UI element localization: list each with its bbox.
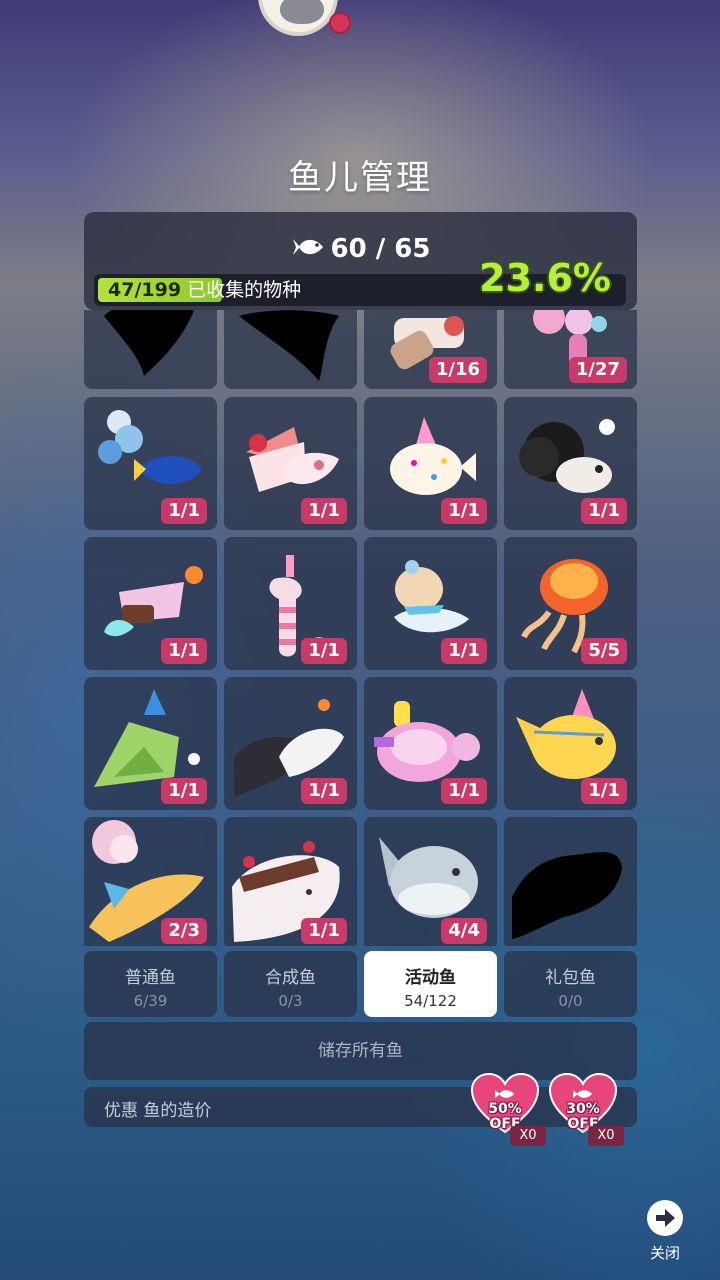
coupon-30-off[interactable]: 30% OFF X0	[548, 1072, 624, 1148]
tab-label: 活动鱼	[405, 968, 456, 988]
fish-count-badge: 4/4	[441, 918, 487, 944]
arrow-right-icon	[647, 1200, 683, 1236]
discount-label: 优惠 鱼的造价	[104, 1101, 212, 1121]
fish-cell[interactable]: 1/1	[364, 537, 497, 670]
fish-cell[interactable]: 1/1	[504, 677, 637, 810]
close-button[interactable]: 关闭	[640, 1200, 690, 1270]
tab-normal-fish[interactable]: 普通鱼 6/39	[84, 951, 217, 1017]
fish-icon	[291, 235, 325, 265]
tab-count: 0/3	[278, 992, 303, 1010]
fish-cell[interactable]	[224, 310, 357, 389]
silhouette-fish-icon	[239, 310, 339, 381]
tab-count: 54/122	[404, 992, 457, 1010]
fish-count-badge: 2/3	[161, 918, 207, 944]
tab-synthesized-fish[interactable]: 合成鱼 0/3	[224, 951, 357, 1017]
page-title: 鱼儿管理	[288, 158, 432, 198]
tab-count: 6/39	[133, 992, 168, 1010]
fish-count-badge: 1/1	[441, 778, 487, 804]
fish-cell[interactable]: 1/1	[224, 817, 357, 946]
fish-cell[interactable]: 1/1	[364, 397, 497, 530]
fish-count-badge: 1/1	[581, 498, 627, 524]
tab-label: 礼包鱼	[545, 968, 596, 988]
tab-label: 合成鱼	[265, 968, 316, 988]
close-label: 关闭	[649, 1244, 680, 1262]
tab-label: 普通鱼	[125, 968, 176, 988]
fish-cell[interactable]: 1/1	[224, 537, 357, 670]
fish-count-value: 60 / 65	[330, 234, 431, 264]
fish-count-badge: 1/27	[568, 357, 627, 383]
fish-count-badge: 1/1	[441, 638, 487, 664]
fish-count-badge: 5/5	[581, 638, 627, 664]
notification-dot	[329, 12, 351, 34]
avatar-face	[280, 0, 324, 24]
silhouette-fish-icon	[104, 310, 194, 376]
coupon-50-off[interactable]: 50% OFF X0	[470, 1072, 546, 1148]
fish-cell[interactable]: 4/4	[364, 817, 497, 946]
fish-cell[interactable]: 1/1	[364, 677, 497, 810]
fish-cell[interactable]: 1/16	[364, 310, 497, 389]
fish-cell[interactable]: 5/5	[504, 537, 637, 670]
fish-count-badge: 1/1	[301, 638, 347, 664]
fish-count-badge: 1/1	[161, 778, 207, 804]
fish-count-badge: 1/1	[161, 498, 207, 524]
fish-cell[interactable]: 1/1	[224, 397, 357, 530]
fish-cell[interactable]: 1/1	[84, 397, 217, 530]
player-avatar[interactable]	[258, 0, 338, 36]
fish-count-badge: 1/16	[428, 357, 487, 383]
fish-count-badge: 1/1	[581, 778, 627, 804]
fish-count-badge: 1/1	[441, 498, 487, 524]
coupon-percent: 50%	[488, 1101, 522, 1117]
tab-gift-pack-fish[interactable]: 礼包鱼 0/0	[504, 951, 637, 1017]
fish-cell[interactable]	[504, 817, 637, 946]
collected-label: 已收集的物种	[187, 279, 302, 301]
tab-event-fish[interactable]: 活动鱼 54/122	[364, 951, 497, 1017]
fish-grid[interactable]: 1/16 1/27 1/1 1/1 1/1 1/1 1/1 1/1 1/1 5/…	[84, 310, 637, 946]
collection-panel: 60 / 65 47/199 已收集的物种 23.6%	[84, 212, 637, 310]
silhouette-whale-icon	[512, 852, 622, 939]
coupon-percent: 30%	[566, 1101, 600, 1117]
fish-count-badge: 1/1	[301, 918, 347, 944]
coupon-quantity: X0	[588, 1126, 624, 1146]
coupon-quantity: X0	[510, 1126, 546, 1146]
fish-count-badge: 1/1	[301, 498, 347, 524]
fish-count-badge: 1/1	[301, 778, 347, 804]
fish-cell[interactable]: 1/1	[504, 397, 637, 530]
collection-progress-text: 47/199 已收集的物种	[108, 278, 301, 302]
fish-cell[interactable]: 1/1	[84, 677, 217, 810]
fish-cell[interactable]: 1/1	[224, 677, 357, 810]
fish-cell[interactable]	[84, 310, 217, 389]
tab-count: 0/0	[558, 992, 583, 1010]
collection-percent: 23.6%	[479, 256, 611, 300]
fish-cell[interactable]: 1/1	[84, 537, 217, 670]
fish-count-badge: 1/1	[161, 638, 207, 664]
collected-count: 47/199	[108, 279, 182, 301]
fish-cell[interactable]: 2/3	[84, 817, 217, 946]
fish-cell[interactable]: 1/27	[504, 310, 637, 389]
